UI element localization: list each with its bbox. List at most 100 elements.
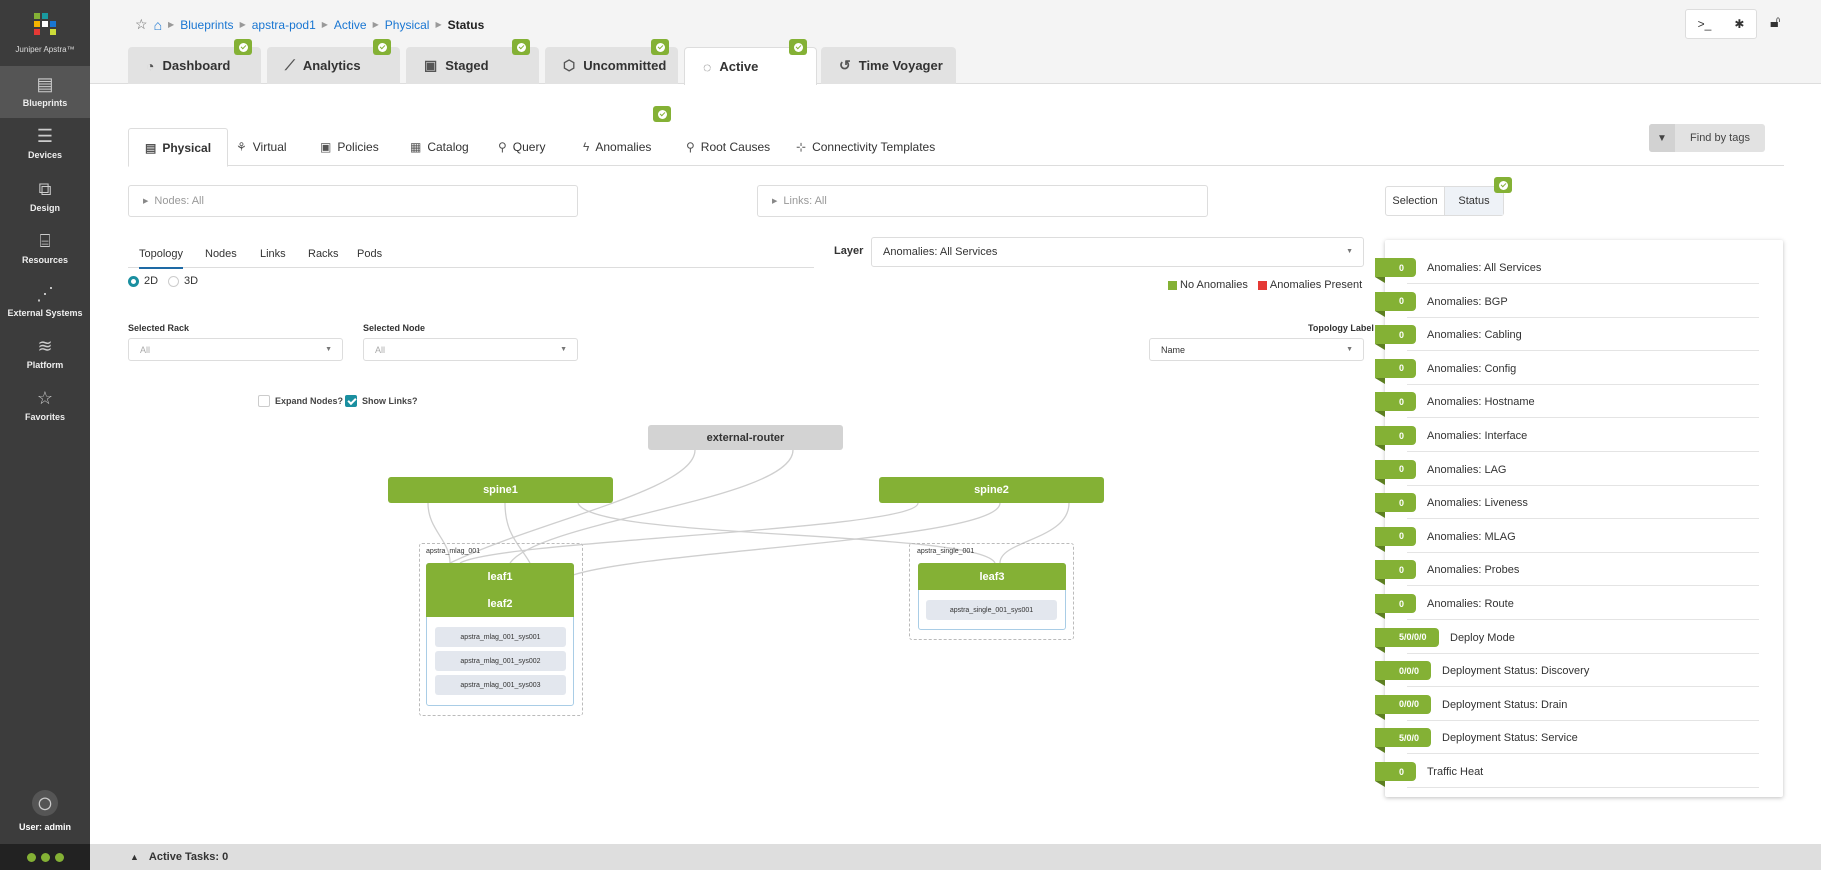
breadcrumb-blueprints[interactable]: Blueprints <box>180 18 233 32</box>
status-row[interactable]: 0 Traffic Heat <box>1375 754 1771 788</box>
breadcrumb-separator: ▶ <box>321 20 328 29</box>
status-dots[interactable] <box>0 844 90 870</box>
node-leaf1[interactable]: leaf1 <box>426 563 574 590</box>
subtab-anomalies[interactable]: ϟ Anomalies <box>583 128 651 166</box>
node-system[interactable]: apstra_mlag_001_sys003 <box>435 675 566 695</box>
home-icon[interactable]: ⌂ <box>154 17 162 33</box>
star-icon: ☆ <box>36 388 54 408</box>
subtab-virtual[interactable]: ⚘ Virtual <box>236 128 287 166</box>
status-row[interactable]: 5/0/0/0 Deploy Mode <box>1375 620 1771 654</box>
selected-node-label: Selected Node <box>363 323 426 333</box>
status-count-badge: 0/0/0 <box>1375 661 1432 687</box>
status-row[interactable]: 0 Anomalies: LAG <box>1375 452 1771 486</box>
tab-pods[interactable]: Pods <box>357 248 382 260</box>
legend-no-anomalies: No Anomalies <box>1168 279 1248 291</box>
status-row[interactable]: 0 Anomalies: Hostname <box>1375 384 1771 419</box>
breadcrumb: ☆ ⌂ ▶ Blueprints ▶ apstra-pod1 ▶ Active … <box>135 16 484 33</box>
node-spine2[interactable]: spine2 <box>879 477 1104 503</box>
tab-racks[interactable]: Racks <box>308 248 339 260</box>
node-system[interactable]: apstra_mlag_001_sys002 <box>435 651 566 671</box>
sidebar-item-design[interactable]: ⧉ Design <box>0 171 90 223</box>
layer-select[interactable]: Anomalies: All Services ▼ <box>871 237 1364 267</box>
find-by-tags-button[interactable]: ▼ Find by tags <box>1649 124 1765 152</box>
breadcrumb-blueprint[interactable]: apstra-pod1 <box>252 18 316 32</box>
tab-label: Time Voyager <box>858 58 943 73</box>
sidebar-item-devices[interactable]: ☰ Devices <box>0 118 90 170</box>
status-row-label: Anomalies: LAG <box>1427 463 1507 476</box>
node-spine1[interactable]: spine1 <box>388 477 613 503</box>
legend-label: Anomalies Present <box>1269 279 1363 291</box>
selected-rack-select[interactable]: All ▼ <box>128 338 343 361</box>
tab-label: Catalog <box>427 140 469 154</box>
apstra-logo[interactable]: Juniper Apstra™ <box>0 0 90 62</box>
tab-links[interactable]: Links <box>260 248 286 260</box>
status-row[interactable]: 0 Anomalies: Probes <box>1375 552 1771 587</box>
sidebar-item-external-systems[interactable]: ⋰ External Systems <box>0 276 90 328</box>
user-label: User: admin <box>18 822 71 832</box>
bottom-bar[interactable]: ▲ Active Tasks: 0 <box>90 844 1821 870</box>
radio-3d[interactable]: 3D <box>168 275 198 287</box>
unlock-icon[interactable]: 🔓︎ <box>1770 14 1780 32</box>
tab-time-voyager[interactable]: ↺ Time Voyager <box>821 47 956 84</box>
status-row[interactable]: 0 Anomalies: Cabling <box>1375 317 1771 352</box>
subtab-root-causes[interactable]: ⚲ Root Causes <box>686 128 770 166</box>
breadcrumb-separator: ▶ <box>372 20 379 29</box>
ok-badge-icon <box>512 39 530 55</box>
status-row[interactable]: 0 Anomalies: BGP <box>1375 284 1771 318</box>
status-row[interactable]: 0 Anomalies: Interface <box>1375 418 1771 452</box>
status-row-label: Deployment Status: Discovery <box>1442 665 1590 678</box>
node-external-router[interactable]: external-router <box>648 425 843 450</box>
status-row-label: Anomalies: Route <box>1427 598 1514 610</box>
tab-selection[interactable]: Selection <box>1386 187 1444 215</box>
node-leaf2[interactable]: leaf2 <box>426 590 574 617</box>
node-system[interactable]: apstra_mlag_001_sys001 <box>435 627 566 647</box>
checkbox-unchecked-icon <box>258 395 270 407</box>
sidebar-item-favorites[interactable]: ☆ Favorites <box>0 380 90 432</box>
subtab-catalog[interactable]: ▦ Catalog <box>410 128 469 166</box>
breadcrumb-physical[interactable]: Physical <box>385 18 430 32</box>
node-system[interactable]: apstra_single_001_sys001 <box>926 600 1057 620</box>
radio-2d[interactable]: 2D <box>128 275 158 287</box>
nodes-filter[interactable]: ▶ Nodes: All <box>128 185 578 217</box>
sidebar-item-resources[interactable]: ⌸ Resources <box>0 223 90 275</box>
sidebar-item-blueprints[interactable]: ▤ Blueprints <box>0 66 90 118</box>
status-row[interactable]: 0/0/0 Deployment Status: Discovery <box>1375 653 1771 688</box>
status-count-badge: 0/0/0 <box>1375 694 1432 720</box>
status-row[interactable]: 0 Anomalies: All Services <box>1375 250 1771 284</box>
subtab-query[interactable]: ⚲ Query <box>498 128 545 166</box>
subtab-policies[interactable]: ▣ Policies <box>320 128 379 166</box>
sidebar-item-platform[interactable]: ≋ Platform <box>0 328 90 380</box>
expand-nodes-checkbox[interactable]: Expand Nodes? <box>258 395 343 407</box>
status-row[interactable]: 0 Anomalies: Route <box>1375 586 1771 620</box>
selected-node-select[interactable]: All ▼ <box>363 338 578 361</box>
bug-icon[interactable]: ✱ <box>1734 17 1744 31</box>
topology-label-select[interactable]: Name ▼ <box>1149 338 1364 361</box>
terminal-icon[interactable]: >_ <box>1698 17 1712 31</box>
tab-topology[interactable]: Topology <box>139 248 184 269</box>
status-row[interactable]: 0/0/0 Deployment Status: Drain <box>1375 687 1771 721</box>
lightning-icon: ϟ <box>583 140 590 154</box>
sidebar-item-label: Blueprints <box>22 98 68 108</box>
subtab-connectivity-templates[interactable]: ⊹ Connectivity Templates <box>796 128 935 166</box>
favorite-star-icon[interactable]: ☆ <box>135 16 148 33</box>
checkbox-label: Show Links? <box>362 396 418 406</box>
breadcrumb-active[interactable]: Active <box>334 18 367 32</box>
show-links-checkbox[interactable]: Show Links? <box>345 395 418 407</box>
sidebar-item-label: External Systems <box>7 308 83 318</box>
status-count-badge: 0 <box>1375 426 1417 451</box>
user-menu[interactable]: ◯ User: admin <box>0 790 90 832</box>
selected-node-value: All <box>375 344 386 355</box>
status-row[interactable]: 0 Anomalies: Liveness <box>1375 485 1771 520</box>
caret-up-icon[interactable]: ▲ <box>130 852 139 862</box>
analytics-icon: ⟋ <box>285 57 295 73</box>
status-row[interactable]: 5/0/0 Deployment Status: Service <box>1375 720 1771 755</box>
status-count-badge: 0 <box>1375 762 1417 787</box>
selected-rack-value: All <box>140 344 151 355</box>
subtab-physical[interactable]: ▤ Physical <box>128 128 229 167</box>
status-row[interactable]: 0 Anomalies: MLAG <box>1375 519 1771 553</box>
layer-label: Layer <box>834 245 864 257</box>
links-filter[interactable]: ▶ Links: All <box>757 185 1208 217</box>
status-row[interactable]: 0 Anomalies: Config <box>1375 351 1771 385</box>
node-leaf3[interactable]: leaf3 <box>918 563 1066 590</box>
tab-nodes[interactable]: Nodes <box>205 248 237 260</box>
